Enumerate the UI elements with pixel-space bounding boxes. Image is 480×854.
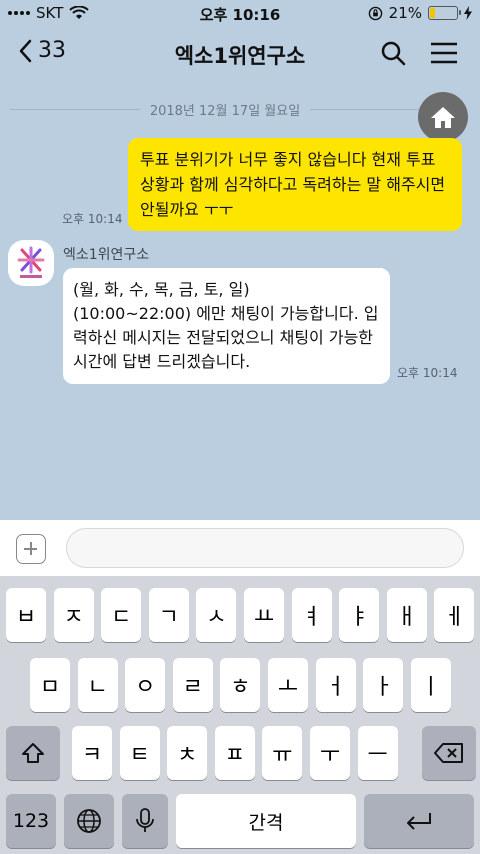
key-ㅑ[interactable]: ㅑ [339,588,380,642]
key-ㅔ[interactable]: ㅔ [434,588,475,642]
key-ㅎ[interactable]: ㅎ [220,658,261,712]
microphone-key[interactable] [122,794,168,848]
sent-message-bubble[interactable]: 투표 분위기가 너무 좋지 않습니다 현재 투표 상황과 함께 심각하다고 독려… [128,138,462,231]
key-ㅅ[interactable]: ㅅ [196,588,237,642]
sender-name: 엑소1위연구소 [63,247,150,263]
key-ㄷ[interactable]: ㄷ [101,588,142,642]
globe-icon [77,809,101,833]
key-ㅡ[interactable]: ㅡ [357,726,398,780]
date-divider: 2018년 12월 17일 월요일 [10,100,441,119]
backspace-key[interactable] [422,726,476,780]
key-ㅇ[interactable]: ㅇ [125,658,166,712]
key-ㅐ[interactable]: ㅐ [386,588,427,642]
return-key[interactable] [364,794,474,848]
battery-percent: 21% [388,4,422,22]
backspace-icon [434,743,463,763]
key-ㄴ[interactable]: ㄴ [77,658,118,712]
received-message-bubble[interactable]: (월, 화, 수, 목, 금, 토, 일) (10:00~22:00) 에만 채… [63,268,390,384]
chat-title: 엑소1위연구소 [174,44,306,68]
attach-plus-button[interactable] [16,534,46,564]
key-ㅠ[interactable]: ㅠ [262,726,303,780]
globe-key[interactable] [64,794,114,848]
key-ㅋ[interactable]: ㅋ [72,726,112,780]
key-ㅌ[interactable]: ㅌ [119,726,160,780]
date-label: 2018년 12월 17일 월요일 [149,104,301,119]
key-ㅓ[interactable]: ㅓ [315,658,356,712]
key-ㅊ[interactable]: ㅊ [167,726,208,780]
home-icon [431,107,455,128]
chat-header: 33 엑소1위연구소 [0,28,480,80]
shift-key[interactable] [6,726,60,780]
key-ㅛ[interactable]: ㅛ [244,588,284,642]
sent-message-time: 오후 10:14 [62,212,123,226]
status-bar: SKT 오후 10:16 21% [0,0,480,28]
message-input-bar [0,520,480,576]
battery-icon [428,6,461,20]
key-ㅕ[interactable]: ㅕ [291,588,332,642]
return-icon [407,813,431,830]
sender-avatar[interactable] [8,240,54,286]
space-key[interactable]: 간격 [176,794,356,848]
charging-bolt-icon [464,6,472,20]
korean-keyboard: 123 간격 ㅂㅈㄷㄱㅅㅛㅕㅑㅐㅔㅁㄴㅇㄹㅎㅗㅓㅏㅣㅋㅌㅊㅍㅠㅜㅡ [0,576,480,854]
received-message-time: 오후 10:14 [397,366,458,380]
key-ㅗ[interactable]: ㅗ [268,658,308,712]
key-ㄱ[interactable]: ㄱ [148,588,189,642]
numbers-key[interactable]: 123 [6,794,56,848]
key-ㅂ[interactable]: ㅂ [6,588,46,642]
menu-button[interactable] [430,42,458,68]
key-ㅏ[interactable]: ㅏ [363,658,404,712]
hamburger-menu-icon [431,42,457,64]
exo-logo-icon [17,246,45,278]
key-ㅈ[interactable]: ㅈ [53,588,94,642]
key-ㅣ[interactable]: ㅣ [410,658,451,712]
key-ㅁ[interactable]: ㅁ [30,658,70,712]
search-icon [381,41,406,66]
shift-icon [22,743,44,763]
home-button[interactable] [418,92,468,142]
key-ㄹ[interactable]: ㄹ [172,658,213,712]
message-input[interactable] [66,528,464,568]
orientation-lock-icon [368,6,382,20]
search-button[interactable] [380,40,406,70]
microphone-icon [136,808,154,832]
key-ㅜ[interactable]: ㅜ [310,726,350,780]
key-ㅍ[interactable]: ㅍ [214,726,255,780]
